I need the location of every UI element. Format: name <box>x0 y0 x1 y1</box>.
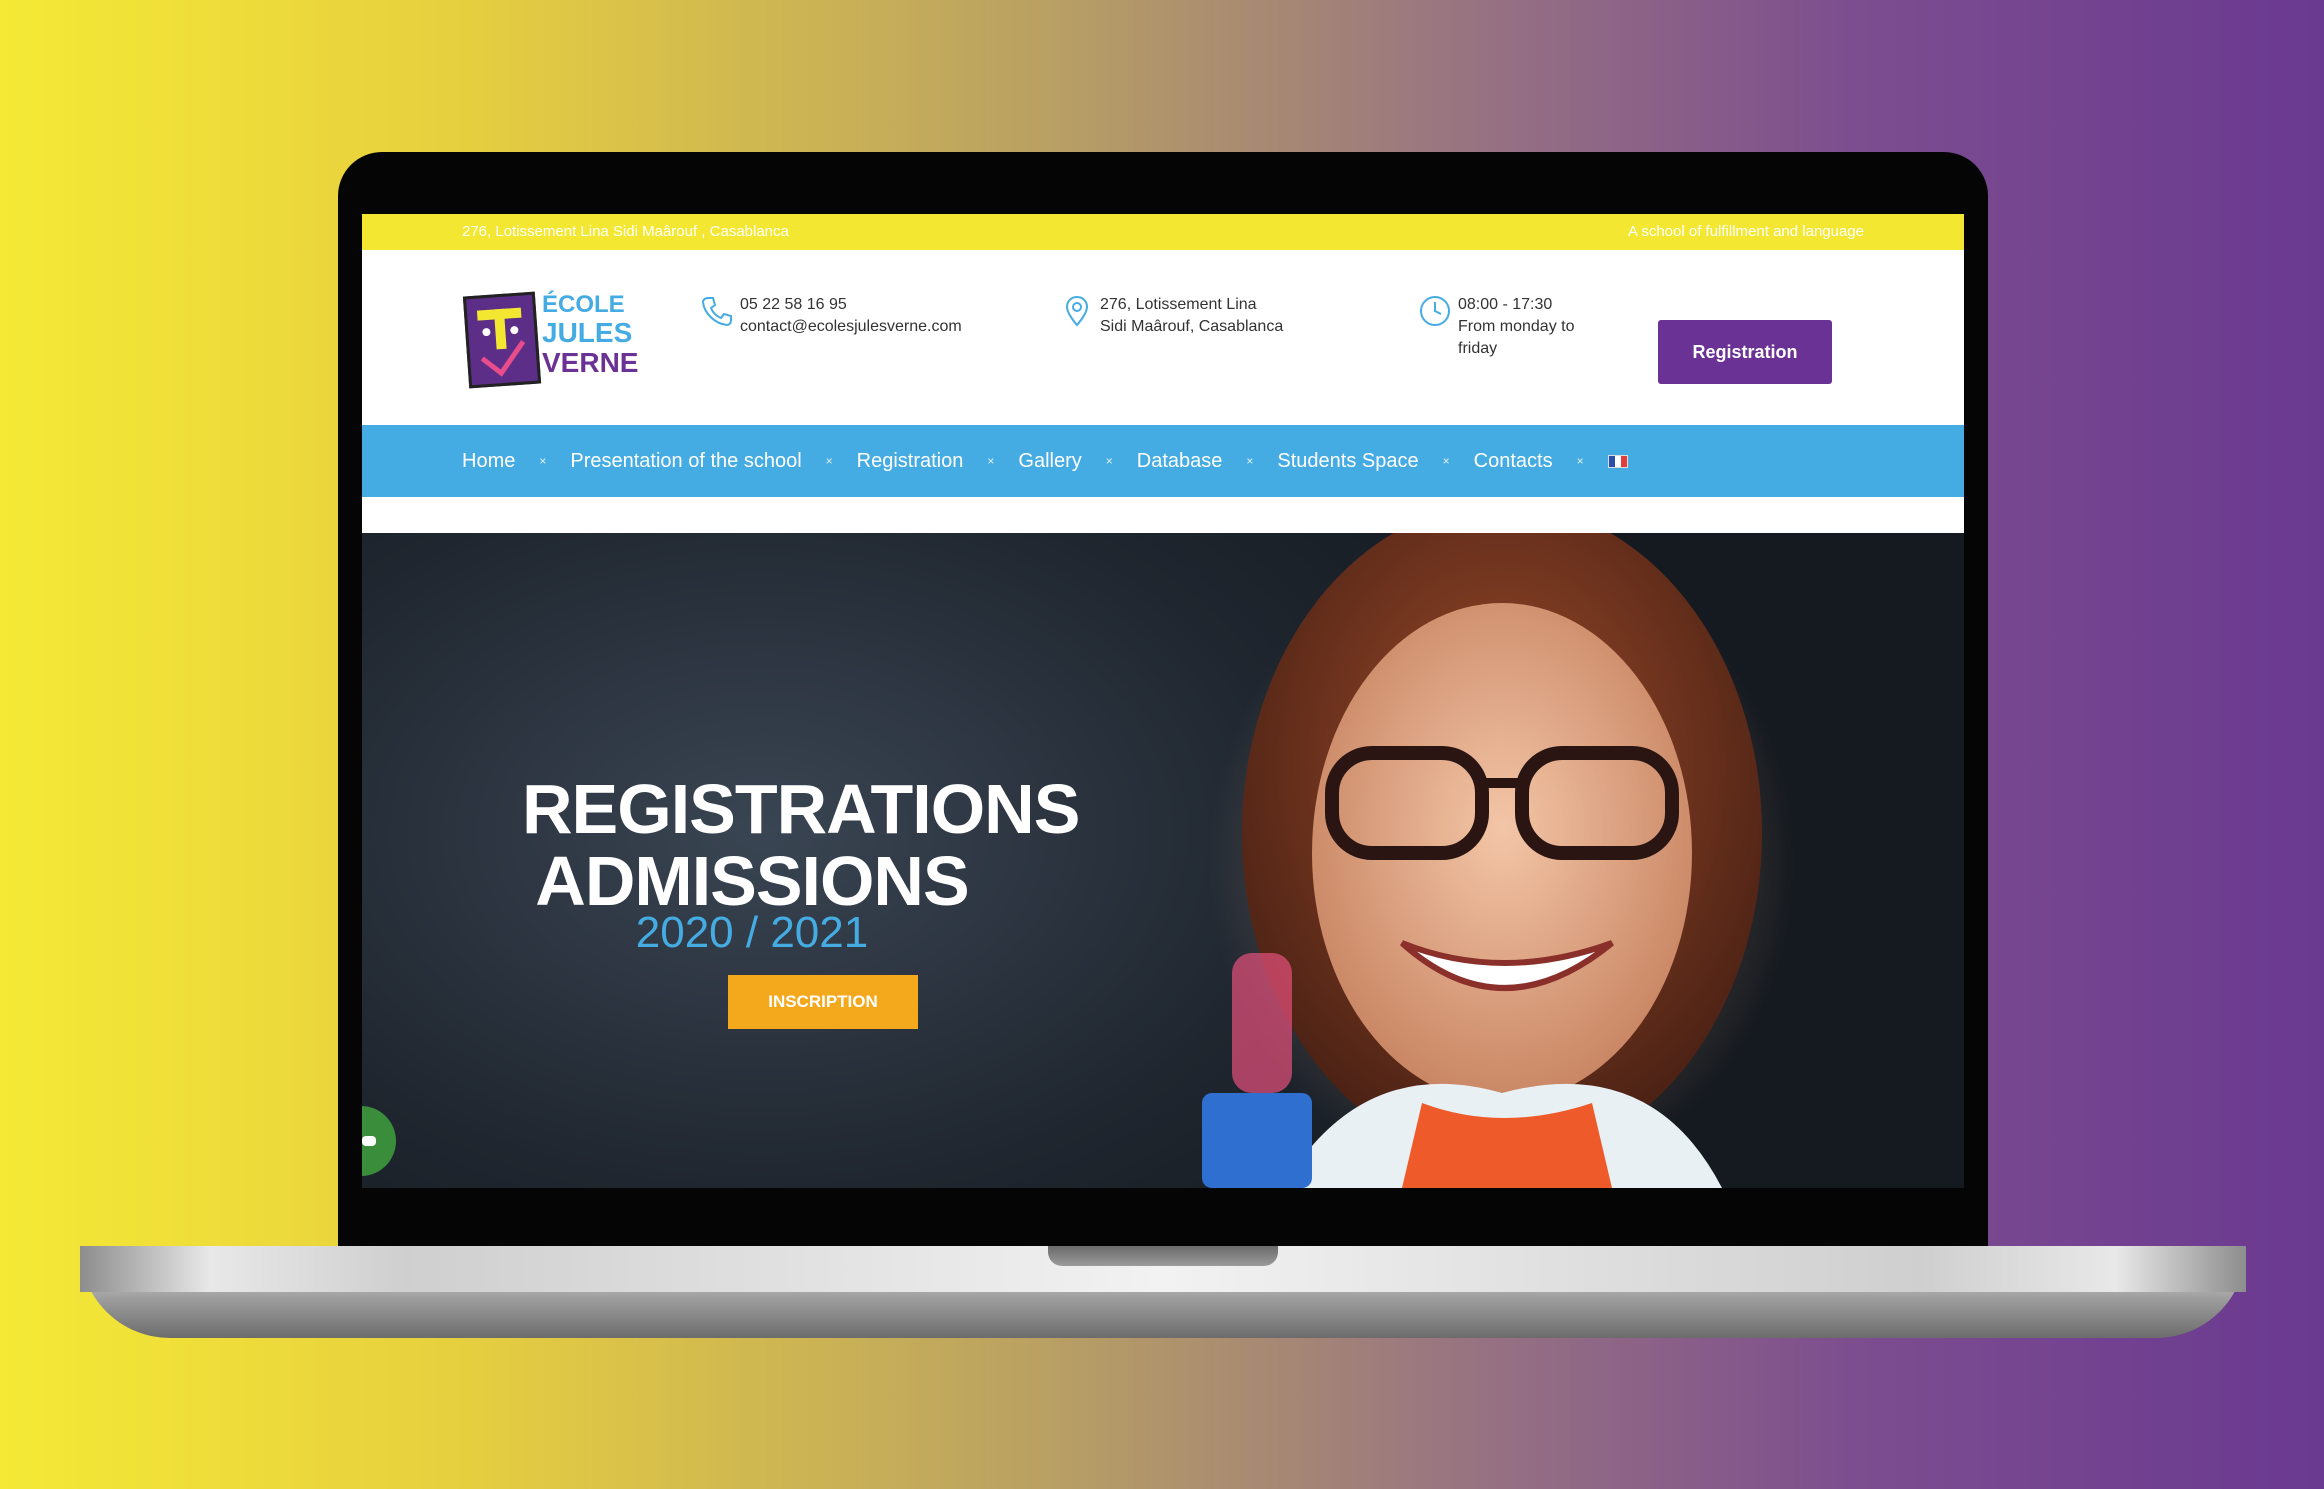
french-flag-icon[interactable] <box>1607 454 1628 468</box>
opening-days-line2: friday <box>1458 340 1498 357</box>
nav-item-home[interactable]: Home × <box>462 450 570 473</box>
hero-title: REGISTRATIONS ADMISSIONS <box>522 770 1080 920</box>
nav-item-database[interactable]: Database × <box>1137 450 1278 473</box>
nav-item-registration[interactable]: Registration × <box>857 450 1019 473</box>
nav-separator: × <box>1105 454 1113 468</box>
nav-separator: × <box>987 454 995 468</box>
inscription-button[interactable]: INSCRIPTION <box>728 975 918 1029</box>
nav-label[interactable]: Home <box>462 450 515 473</box>
nav-label[interactable]: Contacts <box>1474 450 1553 473</box>
website-screen: 276, Lotissement Lina Sidi Maârouf , Cas… <box>362 214 1964 1188</box>
nav-separator: × <box>1246 454 1254 468</box>
laptop-mockup: 276, Lotissement Lina Sidi Maârouf , Cas… <box>0 0 2324 1489</box>
nav-separator: × <box>1442 454 1450 468</box>
logo-line2: JULES <box>542 317 633 348</box>
opening-hours: 08:00 - 17:30 <box>1458 296 1553 313</box>
nav-item-gallery[interactable]: Gallery × <box>1018 450 1136 473</box>
nav-label[interactable]: Gallery <box>1018 450 1081 473</box>
nav-label[interactable]: Students Space <box>1277 450 1418 473</box>
email-address[interactable]: contact@ecolesjulesverne.com <box>740 316 962 338</box>
address-line2: Sidi Maârouf, Casablanca <box>1100 318 1284 335</box>
nav-label[interactable]: Database <box>1137 450 1223 473</box>
nav-item-students-space[interactable]: Students Space × <box>1277 450 1473 473</box>
nav-separator: × <box>1576 454 1584 468</box>
address-line1: 276, Lotissement Lina <box>1100 296 1257 313</box>
phone-number[interactable]: 05 22 58 16 95 <box>740 294 962 316</box>
hero-banner: REGISTRATIONS ADMISSIONS 2020 / 2021 INS… <box>362 533 1964 1188</box>
laptop-notch <box>1048 1246 1278 1266</box>
phone-icon <box>700 294 734 328</box>
site-header: ÉCOLE JULES VERNE 05 22 58 16 95 contact… <box>362 250 1964 425</box>
logo-emblem <box>462 291 542 389</box>
main-navigation: Home × Presentation of the school × Regist… <box>362 425 1964 497</box>
hero-title-line1: REGISTRATIONS <box>522 770 1080 848</box>
logo-line1: ÉCOLE <box>542 291 625 318</box>
nav-item-presentation[interactable]: Presentation of the school × <box>570 450 856 473</box>
opening-days-line1: From monday to <box>1458 318 1575 335</box>
nav-separator: × <box>539 454 547 468</box>
logo-line3: VERNE <box>542 347 639 378</box>
logo-text: ÉCOLE JULES VERNE <box>542 292 638 378</box>
location-pin-icon <box>1060 294 1094 328</box>
clock-icon <box>1418 294 1452 328</box>
nav-separator: × <box>825 454 833 468</box>
nav-label[interactable]: Registration <box>857 450 964 473</box>
topbar-address: 276, Lotissement Lina Sidi Maârouf , Cas… <box>462 223 789 240</box>
registration-button[interactable]: Registration <box>1658 320 1832 384</box>
nav-label[interactable]: Presentation of the school <box>570 450 801 473</box>
topbar-tagline: A school of fulfillment and language <box>1628 223 1864 240</box>
school-logo[interactable]: ÉCOLE JULES VERNE <box>460 288 638 389</box>
nav-item-contacts[interactable]: Contacts × <box>1474 450 1608 473</box>
top-info-bar: 276, Lotissement Lina Sidi Maârouf , Cas… <box>362 214 1964 250</box>
language-switcher[interactable] <box>1607 454 1628 468</box>
hero-year: 2020 / 2021 <box>635 908 869 957</box>
hero-title-line2: ADMISSIONS <box>535 842 969 920</box>
